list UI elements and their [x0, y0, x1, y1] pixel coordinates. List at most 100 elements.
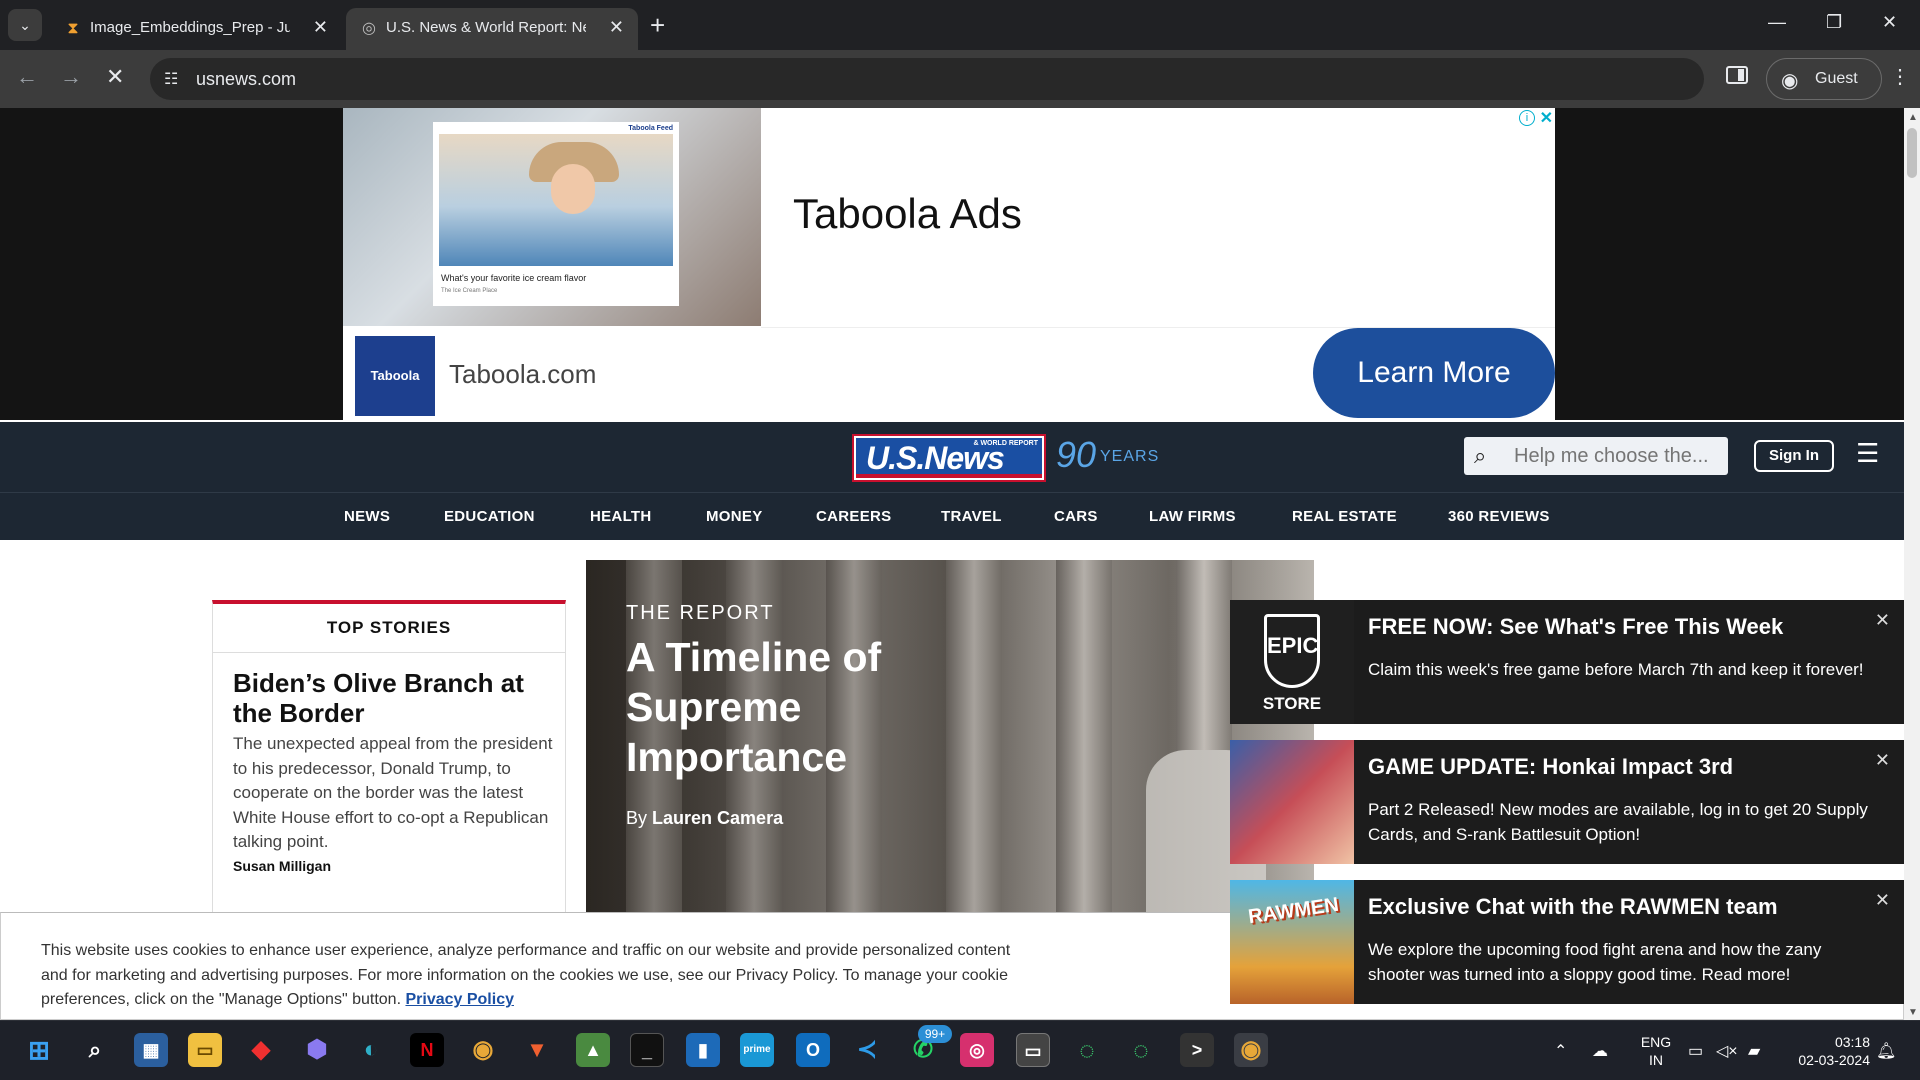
loading-ring-icon[interactable]: ◌ [1070, 1033, 1104, 1067]
close-icon[interactable]: ✕ [1875, 610, 1890, 631]
ad-image-badge: Taboola Feed [628, 125, 673, 132]
close-icon[interactable]: ✕ [1875, 890, 1890, 911]
search-icon[interactable]: ⌕ [1474, 443, 1486, 469]
usnews-logo[interactable]: U.S.News & WORLD REPORT [852, 434, 1046, 482]
notification-title: FREE NOW: See What's Free This Week [1368, 614, 1784, 639]
network-icon[interactable]: ▭ [1688, 1041, 1703, 1061]
windows-taskbar: ⊞ ⌕ ▦ ▭ ◆ ⬢ ◐ N ◉ ▼ ▲ _ ▮ prime O ≺ ✆ 99… [0, 1020, 1920, 1080]
story-author[interactable]: Susan Milligan [233, 858, 331, 874]
app-blue-icon[interactable]: ▮ [686, 1033, 720, 1067]
tab-search-button[interactable]: ⌄ [8, 9, 42, 41]
side-panel-icon[interactable] [1726, 66, 1748, 84]
site-search[interactable]: ⌕ [1464, 437, 1728, 475]
ad-image[interactable]: Taboola Feed What's your favorite ice cr… [343, 108, 761, 326]
store-icon[interactable]: ▦ [134, 1033, 168, 1067]
hourglass-icon: ⧗ [67, 20, 79, 37]
rawmen-logo: RAWMEN [1246, 893, 1341, 929]
nav-health[interactable]: HEALTH [590, 508, 652, 525]
browser-menu-icon[interactable]: ⋮ [1890, 64, 1910, 89]
forward-icon[interactable]: → [60, 64, 82, 90]
hero-byline: By Lauren Camera [626, 808, 783, 829]
brave-icon[interactable]: ▼ [520, 1033, 554, 1067]
volume-muted-icon[interactable]: ◁× [1716, 1041, 1738, 1061]
sign-in-button[interactable]: Sign In [1754, 440, 1834, 472]
battery-icon[interactable]: ▰ [1748, 1041, 1760, 1061]
notifications-bell-icon[interactable]: 🔔︎ [1876, 1041, 1896, 1061]
chrome-icon[interactable]: ◉ [466, 1033, 500, 1067]
close-icon[interactable]: ✕ [1875, 750, 1890, 771]
hero-title[interactable]: A Timeline of Supreme Importance [626, 632, 966, 782]
search-input[interactable] [1514, 437, 1720, 475]
taboola-ad[interactable]: Taboola Feed What's your favorite ice cr… [343, 108, 1555, 420]
site-settings-icon[interactable]: ☷ [164, 69, 178, 89]
loading-ring-icon-2[interactable]: ◌ [1124, 1033, 1158, 1067]
search-icon[interactable]: ⌕ [78, 1033, 112, 1067]
ad-info-icon[interactable]: i [1519, 110, 1535, 126]
tray-chevron-icon[interactable]: ⌃ [1554, 1041, 1567, 1061]
byline-prefix: By [626, 808, 648, 828]
back-icon[interactable]: ← [16, 64, 38, 90]
window-app-icon[interactable]: ▭ [1016, 1033, 1050, 1067]
story-summary: The unexpected appeal from the president… [233, 734, 553, 851]
new-tab-button[interactable]: + [650, 10, 665, 40]
notification-rawmen[interactable]: RAWMEN Exclusive Chat with the RAWMEN te… [1230, 880, 1904, 1004]
top-stories-title: TOP STORIES [326, 618, 452, 637]
input-language[interactable]: ENG IN [1636, 1033, 1676, 1069]
learn-more-button[interactable]: Learn More [1313, 328, 1555, 418]
onedrive-icon[interactable]: ☁ [1592, 1041, 1608, 1061]
copilot-icon[interactable]: ⬢ [300, 1033, 334, 1067]
browser-tab-jupyter[interactable]: ⧗ Image_Embeddings_Prep - Jupyter ✕ [50, 8, 342, 50]
instagram-icon[interactable]: ◎ [960, 1033, 994, 1067]
image-viewer-icon[interactable]: ▲ [576, 1033, 610, 1067]
menu-icon[interactable]: ☰ [1856, 438, 1879, 469]
nav-360-reviews[interactable]: 360 REVIEWS [1448, 508, 1550, 525]
nav-cars[interactable]: CARS [1054, 508, 1098, 525]
nav-travel[interactable]: TRAVEL [941, 508, 1002, 525]
face-shape [551, 164, 595, 214]
nav-real-estate[interactable]: REAL ESTATE [1292, 508, 1397, 525]
browser-tab-usnews[interactable]: ◎ U.S. News & World Report: News ✕ [346, 8, 638, 50]
hero-author[interactable]: Lauren Camera [652, 808, 783, 828]
prime-video-icon[interactable]: prime [740, 1033, 774, 1067]
scroll-up-icon[interactable]: ▲ [1908, 112, 1918, 123]
minimize-icon[interactable]: — [1768, 12, 1786, 33]
notification-epic[interactable]: EPIC STORE FREE NOW: See What's Free Thi… [1230, 600, 1904, 724]
nav-news[interactable]: NEWS [344, 508, 390, 525]
outlook-icon[interactable]: O [796, 1033, 830, 1067]
file-explorer-icon[interactable]: ▭ [188, 1033, 222, 1067]
page-scrollbar[interactable]: ▲ ▼ [1904, 108, 1920, 1020]
close-tab-icon[interactable]: ✕ [609, 17, 624, 38]
hero-kicker: THE REPORT [626, 602, 775, 624]
close-window-icon[interactable]: ✕ [1882, 12, 1897, 33]
ad-close-icon[interactable]: ✕ [1540, 108, 1553, 128]
address-bar[interactable]: ☷ usnews.com [150, 58, 1704, 100]
nav-law-firms[interactable]: LAW FIRMS [1149, 508, 1236, 525]
chrome-active-icon[interactable]: ◉ [1234, 1033, 1268, 1067]
stop-loading-icon[interactable]: ✕ [106, 64, 124, 90]
nav-careers[interactable]: CAREERS [816, 508, 891, 525]
nav-money[interactable]: MONEY [706, 508, 763, 525]
edge-icon[interactable]: ◐ [354, 1033, 388, 1067]
ad-domain[interactable]: Taboola.com [449, 359, 596, 390]
close-tab-icon[interactable]: ✕ [313, 17, 328, 38]
notification-honkai[interactable]: GAME UPDATE: Honkai Impact 3rd Part 2 Re… [1230, 740, 1904, 864]
scroll-down-icon[interactable]: ▼ [1908, 1007, 1918, 1018]
ad-headline[interactable]: Taboola Ads [793, 190, 1022, 238]
nav-education[interactable]: EDUCATION [444, 508, 535, 525]
powershell-icon[interactable]: > [1180, 1033, 1214, 1067]
app-red-icon[interactable]: ◆ [244, 1033, 278, 1067]
scroll-thumb[interactable] [1907, 128, 1917, 178]
tab-title: U.S. News & World Report: News [386, 19, 586, 36]
url-text[interactable]: usnews.com [196, 69, 296, 90]
profile-button[interactable]: ◉ Guest [1766, 58, 1882, 100]
privacy-policy-link[interactable]: Privacy Policy [405, 991, 514, 1008]
restore-icon[interactable]: ❐ [1826, 12, 1842, 33]
browser-tab-strip: ⌄ ⧗ Image_Embeddings_Prep - Jupyter ✕ ◎ … [0, 0, 1920, 50]
windows-start-icon[interactable]: ⊞ [22, 1033, 56, 1067]
story-headline[interactable]: Biden’s Olive Branch at the Border [233, 668, 553, 728]
clock[interactable]: 03:18 02-03-2024 [1786, 1033, 1870, 1069]
taboola-logo[interactable]: Taboola [355, 336, 435, 416]
terminal-icon[interactable]: _ [630, 1033, 664, 1067]
netflix-icon[interactable]: N [410, 1033, 444, 1067]
vscode-icon[interactable]: ≺ [850, 1033, 884, 1067]
